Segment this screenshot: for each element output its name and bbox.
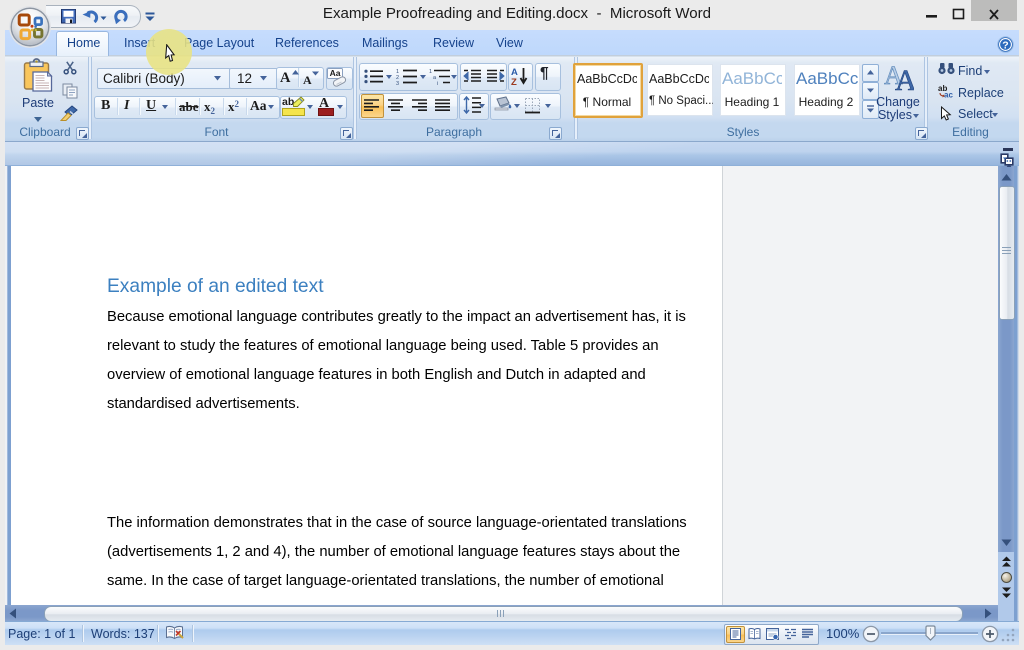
svg-text:Z: Z bbox=[511, 77, 517, 87]
svg-text:i: i bbox=[437, 81, 438, 85]
svg-text:A: A bbox=[895, 64, 914, 92]
svg-text:?: ? bbox=[1002, 39, 1008, 51]
svg-text:1: 1 bbox=[429, 69, 432, 75]
svg-text:3: 3 bbox=[396, 81, 399, 85]
svg-text:ac: ac bbox=[944, 91, 953, 99]
